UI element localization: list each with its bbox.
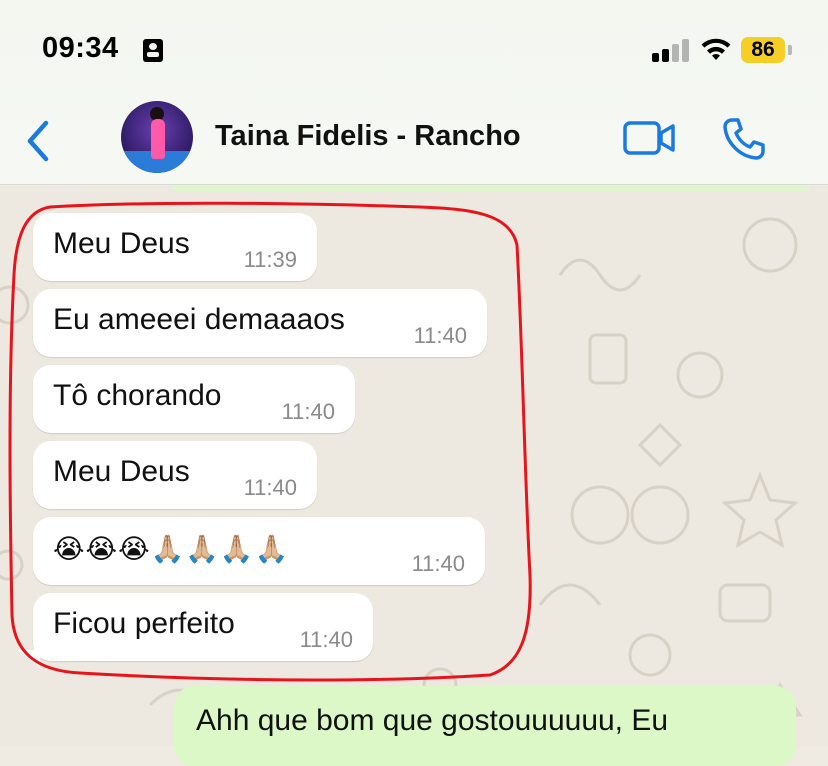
message-text: Ahh que bom que gostouuuuuu, Eu [196, 704, 669, 737]
message-time: 11:40 [299, 627, 353, 652]
message-bubble[interactable]: 😭😭😭🙏🏼🙏🏼🙏🏼🙏🏼 11:40 [33, 517, 485, 585]
chat-header: 09:34 86 Taina Fidelis - Rancho [0, 0, 828, 185]
message-time: 11:40 [281, 399, 335, 424]
outgoing-message-bubble[interactable]: Ahh que bom que gostouuuuuu, Eu [174, 686, 796, 766]
message-bubble[interactable]: Meu Deus 11:40 [33, 441, 317, 509]
chevron-left-icon[interactable] [24, 119, 54, 163]
battery-icon [788, 45, 792, 55]
message-time: 11:39 [243, 247, 297, 272]
message-text: Eu ameeei demaaaos [53, 303, 345, 336]
bubble-tail [18, 650, 40, 668]
message-bubble[interactable]: Meu Deus 11:39 [33, 213, 317, 281]
phone-icon[interactable] [722, 117, 766, 161]
battery-indicator: 86 [741, 37, 785, 63]
signal-icon [652, 38, 692, 62]
message-bubble[interactable]: Tô chorando 11:40 [33, 365, 355, 433]
message-text: Ficou perfeito [53, 607, 235, 640]
message-text: Meu Deus [53, 227, 190, 260]
message-text: Tô chorando [53, 379, 222, 412]
message-text: 😭😭😭🙏🏼🙏🏼🙏🏼🙏🏼 [53, 534, 290, 564]
contact-avatar[interactable] [121, 101, 193, 173]
message-bubble[interactable]: Ficou perfeito 11:40 [33, 593, 373, 661]
message-time: 11:40 [411, 551, 465, 576]
video-camera-icon[interactable] [623, 120, 677, 156]
previous-outgoing-bubble [170, 185, 810, 191]
id-card-icon [143, 39, 163, 62]
message-text: Meu Deus [53, 455, 190, 488]
status-time: 09:34 [42, 32, 119, 64]
message-bubble[interactable]: Eu ameeei demaaaos 11:40 [33, 289, 487, 357]
wifi-icon [701, 38, 731, 60]
contact-name[interactable]: Taina Fidelis - Rancho [215, 120, 521, 153]
message-time: 11:40 [243, 475, 297, 500]
message-time: 11:40 [413, 323, 467, 348]
